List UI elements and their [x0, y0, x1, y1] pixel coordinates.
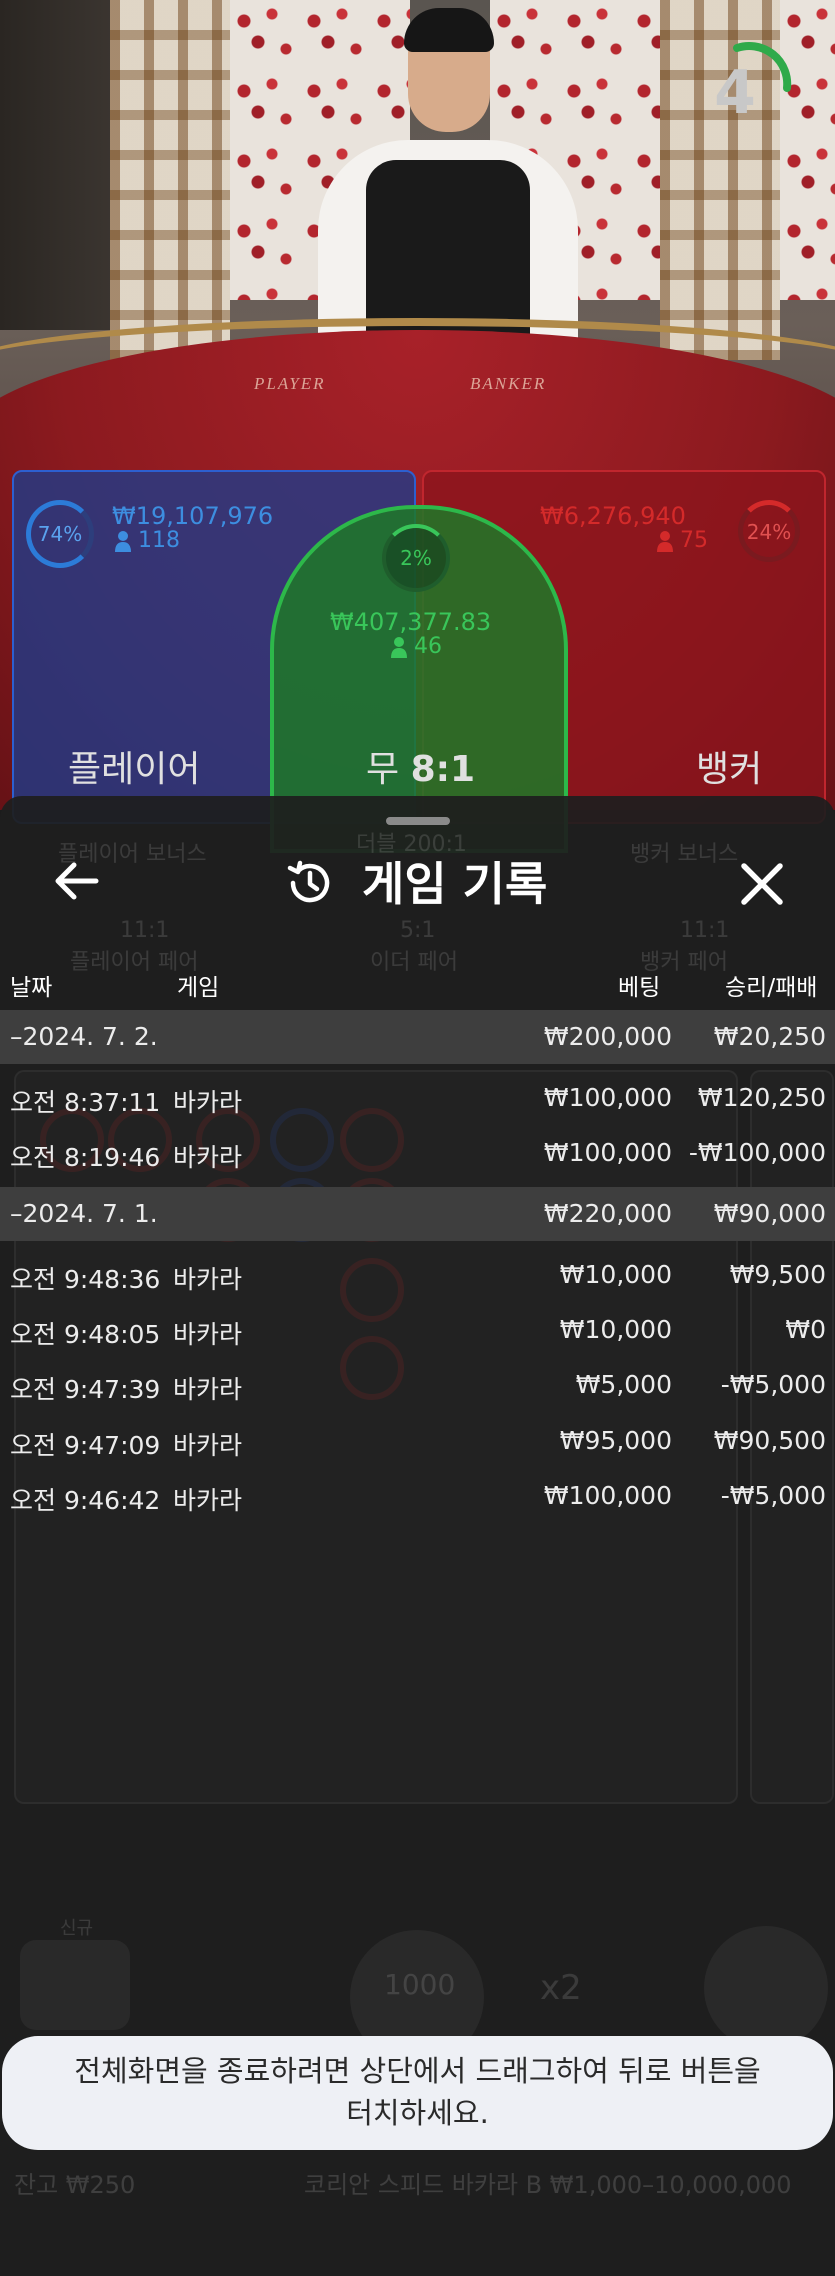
ghost-multiplier: x2	[540, 1968, 582, 2008]
wooden-screen-left	[110, 0, 230, 360]
close-button[interactable]	[734, 856, 790, 912]
row-result: -₩5,000	[720, 1370, 826, 1399]
tie-total-amount: ₩407,377.83	[330, 608, 492, 636]
row-result: -₩5,000	[720, 1481, 826, 1510]
row-result: -₩100,000	[688, 1138, 826, 1167]
row-bet: ₩10,000	[559, 1315, 672, 1344]
felt-banker-text: BANKER	[470, 374, 547, 393]
banker-bet-label: 뱅커	[696, 749, 763, 790]
tie-percent: 2%	[400, 546, 432, 570]
tie-bettor-count: 46	[414, 634, 442, 659]
ghost-road-circle	[270, 1108, 334, 1172]
row-bet: ₩100,000	[543, 1138, 672, 1167]
ghost-table-info: 코리안 스피드 바카라 B ₩1,000–10,000,000	[304, 2171, 792, 2199]
background-person	[0, 0, 120, 330]
row-time: 오전 9:48:05	[10, 1320, 161, 1349]
ghost-menu-button	[704, 1926, 828, 2050]
arrow-left-icon	[55, 862, 99, 900]
player-bet-label: 플레이어	[68, 749, 201, 790]
row-game: 바카라	[173, 1143, 243, 1172]
fullscreen-exit-toast: 전체화면을 종료하려면 상단에서 드래그하여 뒤로 버튼을 터치하세요.	[2, 2036, 833, 2150]
row-bet: ₩100,000	[543, 1481, 672, 1510]
player-bettor-count: 118	[138, 528, 180, 553]
countdown-timer-value: 4	[714, 58, 756, 128]
group-result-total: ₩90,000	[713, 1199, 826, 1228]
ghost-balance: 잔고 ₩250	[14, 2171, 136, 2199]
ghost-either-odds: 5:1	[400, 918, 436, 943]
row-game: 바카라	[173, 1088, 243, 1117]
row-game: 바카라	[173, 1320, 243, 1349]
row-game: 바카라	[173, 1265, 243, 1294]
row-bet: ₩10,000	[559, 1260, 672, 1289]
column-header-date: 날짜	[10, 975, 53, 1001]
row-result: ₩90,500	[713, 1426, 826, 1455]
ghost-road-circle	[340, 1108, 404, 1172]
row-game: 바카라	[173, 1431, 243, 1460]
close-icon	[741, 863, 783, 905]
player-total-amount: ₩19,107,976	[112, 502, 274, 530]
row-result: ₩9,500	[729, 1260, 826, 1289]
banker-total-amount: ₩6,276,940	[540, 502, 686, 530]
ghost-banker-bonus: 뱅커 보너스	[630, 842, 739, 867]
back-button[interactable]	[48, 856, 108, 906]
group-date: –2024. 7. 1.	[10, 1199, 158, 1228]
row-result: ₩120,250	[697, 1083, 826, 1112]
ghost-either-pair: 이더 페어	[370, 950, 458, 975]
player-percent: 74%	[37, 522, 83, 546]
toast-line-2: 터치하세요.	[346, 2096, 489, 2130]
tie-bet-label: 무 8:1	[366, 740, 475, 792]
ghost-banker-pair-odds: 11:1	[680, 918, 730, 943]
person-icon	[657, 531, 673, 552]
tie-label-word: 무	[366, 749, 400, 790]
history-icon	[287, 860, 330, 903]
row-result: ₩0	[785, 1315, 826, 1344]
row-game: 바카라	[173, 1375, 243, 1404]
ghost-road-circle	[340, 1336, 404, 1400]
row-bet: ₩5,000	[575, 1370, 672, 1399]
banker-bettor-count: 75	[680, 528, 708, 553]
banker-percent: 24%	[746, 520, 792, 544]
ghost-player-pair-odds: 11:1	[120, 918, 170, 943]
column-header-game: 게임	[177, 975, 220, 1001]
ghost-chat-button	[20, 1940, 130, 2030]
ghost-road-circle	[340, 1258, 404, 1322]
row-time: 오전 9:47:39	[10, 1375, 161, 1404]
felt-player-text: PLAYER	[254, 374, 326, 393]
toast-line-1: 전체화면을 종료하려면 상단에서 드래그하여 뒤로 버튼을	[74, 2054, 761, 2088]
row-bet: ₩100,000	[543, 1083, 672, 1112]
dealer-hair	[404, 8, 494, 52]
column-header-bet: 베팅	[618, 975, 661, 1001]
sheet-drag-handle[interactable]	[386, 817, 450, 825]
row-time: 오전 9:47:09	[10, 1431, 161, 1460]
row-bet: ₩95,000	[559, 1426, 672, 1455]
tie-label-odds: 8:1	[410, 749, 476, 790]
group-bet-total: ₩200,000	[543, 1022, 672, 1051]
ghost-new-badge: 신규	[60, 1918, 94, 1939]
sheet-title: 게임 기록	[362, 857, 548, 911]
group-date: –2024. 7. 2.	[10, 1022, 158, 1051]
ghost-chip-value: 1000	[384, 1968, 456, 2001]
column-header-result: 승리/패배	[725, 975, 818, 1001]
person-icon	[115, 531, 131, 552]
row-time: 오전 9:46:42	[10, 1486, 161, 1515]
person-icon	[391, 637, 407, 658]
group-result-total: ₩20,250	[713, 1022, 826, 1051]
group-bet-total: ₩220,000	[543, 1199, 672, 1228]
row-time: 오전 8:37:11	[10, 1088, 161, 1117]
row-time: 오전 9:48:36	[10, 1265, 161, 1294]
row-time: 오전 8:19:46	[10, 1143, 161, 1172]
row-game: 바카라	[173, 1486, 243, 1515]
